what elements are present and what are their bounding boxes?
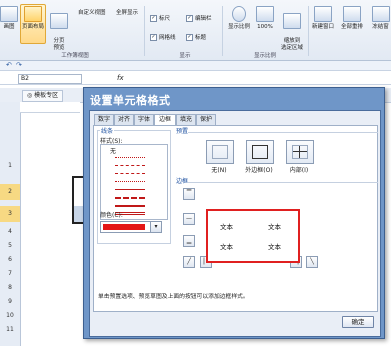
name-box[interactable]: B2 [18, 74, 82, 84]
format-cells-dialog: 设置单元格格式 数字 对齐 字体 边框 填充 保护 线条 样式(S): 无 颜色… [83, 87, 385, 339]
color-swatch [103, 224, 145, 230]
row-number[interactable]: 6 [0, 256, 20, 263]
tab-template-zone[interactable]: ◎ 模板专区 [22, 90, 64, 102]
border-panel: 线条 样式(S): 无 颜色(C): ▾ 预置 无(N) 外边框(O) 内部(I… [93, 125, 378, 312]
ribbon-btn-fullscreen[interactable]: 全屏显示 [116, 10, 146, 17]
presets-group-label: 预置 [176, 128, 189, 135]
row-number-selected[interactable]: 3 [0, 206, 20, 222]
row-number-selected[interactable]: 2 [0, 184, 20, 200]
sheet-page [22, 116, 82, 346]
zoom-selection-icon [283, 13, 301, 29]
group-label-zoom: 显示比例 [253, 53, 276, 59]
zoom-100-icon [256, 6, 274, 22]
color-dropdown[interactable]: ▾ [100, 221, 162, 233]
row-header: 1 2 3 4 5 6 7 8 9 10 11 [0, 102, 21, 346]
ribbon-btn-zoom-selection[interactable]: 缩放到 选定区域 [278, 6, 306, 52]
checkbox-formula-bar[interactable]: ✓ 编辑栏 [186, 14, 212, 22]
border-diagonal-up-button[interactable]: ╱ [183, 256, 195, 268]
color-label: 颜色(C): [100, 212, 123, 219]
ribbon-btn-draw[interactable]: 画图 [0, 6, 18, 31]
page-layout-icon [24, 6, 42, 22]
formula-bar: B2 fx [0, 72, 391, 85]
page-break-icon [50, 13, 68, 29]
row-number[interactable]: 8 [0, 284, 20, 291]
ok-button[interactable]: 确定 [342, 316, 374, 328]
line-style-option[interactable] [115, 173, 145, 174]
divider [188, 182, 378, 183]
hint-text: 单击预置选项、预览草图及上面的按钮可以添加边框样式。 [98, 294, 249, 300]
dialog-title: 设置单元格格式 [90, 94, 171, 107]
preview-text: 文本 [268, 223, 281, 231]
ribbon-btn-new-window[interactable]: 新建窗口 [310, 6, 336, 31]
preview-text: 文本 [220, 223, 233, 231]
divider [188, 132, 378, 133]
line-style-option[interactable] [115, 165, 145, 166]
preset-none-icon [212, 145, 228, 159]
quick-access-bar: ↶ ↷ [0, 61, 391, 71]
border-bottom-button[interactable]: ▁ [183, 235, 195, 247]
fx-icon[interactable]: fx [117, 74, 124, 82]
chevron-down-icon: ▾ [150, 222, 161, 232]
ribbon: 画图 页面布局 分页 预览 自定义视图 全屏显示 工作簿视图 ✓ 标尺 ✓ 编辑栏 … [0, 0, 391, 61]
line-group-label: 线条 [100, 126, 115, 135]
row-number[interactable]: 1 [0, 162, 20, 172]
checkbox-mark: ✓ [150, 14, 157, 22]
preset-outline-icon [252, 145, 268, 159]
border-middle-button[interactable]: — [183, 213, 195, 225]
ruler [20, 102, 80, 113]
group-label-show: 显示 [179, 53, 191, 59]
preset-outline-label: 外边框(O) [245, 167, 273, 174]
preview-text: 文本 [220, 243, 233, 251]
ribbon-btn-arrange-all[interactable]: 全部重排 [338, 6, 366, 31]
separator [222, 6, 223, 56]
border-preview[interactable]: 文本 文本 文本 文本 [206, 209, 300, 263]
row-number[interactable]: 4 [0, 228, 20, 235]
line-style-option[interactable] [115, 181, 145, 182]
checkbox-ruler[interactable]: ✓ 标尺 [150, 14, 170, 22]
ribbon-btn-page-break[interactable]: 分页 预览 [48, 6, 70, 52]
group-label-workbook-views: 工作簿视图 [61, 53, 89, 59]
new-window-icon [314, 6, 332, 22]
separator [144, 6, 145, 56]
row-number[interactable]: 9 [0, 298, 20, 305]
line-style-list[interactable]: 无 [100, 144, 168, 220]
checkbox-gridlines[interactable]: ✓ 网格线 [150, 33, 176, 41]
line-style-option[interactable] [115, 197, 145, 199]
checkbox-headings[interactable]: ✓ 标题 [186, 33, 206, 41]
checkbox-mark: ✓ [150, 33, 157, 41]
ribbon-btn-custom-view[interactable]: 自定义视图 [78, 10, 114, 17]
preset-inside-label: 内部(I) [289, 167, 309, 174]
preview-text: 文本 [268, 243, 281, 251]
arrange-all-icon [343, 6, 361, 22]
preset-inside-button[interactable] [286, 140, 314, 164]
border-top-button[interactable]: ▔ [183, 188, 195, 200]
preset-outline-button[interactable] [246, 140, 274, 164]
undo-icon[interactable]: ↶ [6, 61, 12, 69]
ribbon-btn-page-layout[interactable]: 页面布局 [22, 6, 44, 31]
ribbon-btn-zoom-100[interactable]: 100% [254, 6, 276, 31]
row-number[interactable]: 11 [0, 326, 20, 333]
preset-none-label: 无(N) [211, 167, 227, 174]
redo-icon[interactable]: ↷ [16, 61, 22, 69]
checkbox-mark: ✓ [186, 33, 193, 41]
line-style-option[interactable] [115, 157, 145, 158]
ribbon-btn-freeze[interactable]: 冻结窗 [370, 6, 391, 31]
row-number[interactable]: 5 [0, 242, 20, 249]
freeze-panes-icon [371, 6, 390, 22]
dialog-body: 数字 对齐 字体 边框 填充 保护 线条 样式(S): 无 颜色(C): ▾ 预… [89, 110, 381, 337]
checkbox-mark: ✓ [186, 14, 193, 22]
row-number[interactable]: 7 [0, 270, 20, 277]
draw-icon [0, 6, 18, 22]
preset-inside-icon [292, 145, 308, 159]
line-style-option[interactable] [115, 205, 145, 207]
row-number[interactable]: 10 [0, 312, 20, 319]
ribbon-btn-zoom[interactable]: 显示比例 [226, 6, 252, 31]
border-group-label: 边框 [176, 178, 189, 185]
line-style-none[interactable]: 无 [110, 146, 116, 155]
magnifier-icon [232, 6, 246, 22]
line-style-option[interactable] [115, 189, 145, 190]
preset-none-button[interactable] [206, 140, 234, 164]
border-diagonal-down-button[interactable]: ╲ [306, 256, 318, 268]
separator [308, 6, 309, 56]
